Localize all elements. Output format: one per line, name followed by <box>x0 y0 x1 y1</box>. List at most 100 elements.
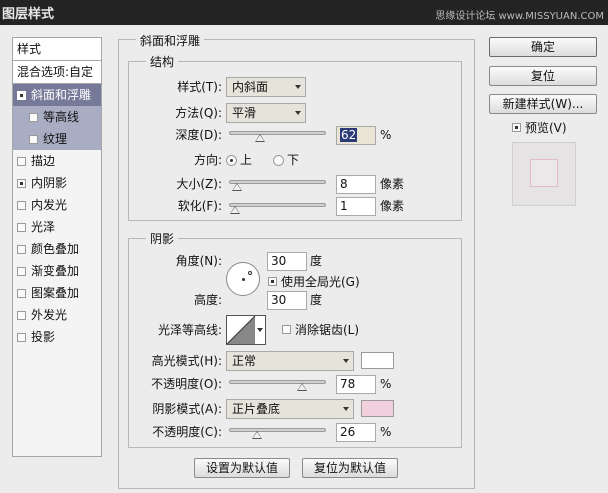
shadow-color-swatch[interactable] <box>361 400 394 417</box>
slider-track <box>229 131 326 135</box>
blending-options[interactable]: 混合选项:自定 <box>13 61 101 83</box>
direction-up-radio[interactable] <box>226 155 237 166</box>
style-item[interactable]: 图案叠加 <box>13 282 101 304</box>
style-item[interactable]: 纹理 <box>13 128 101 150</box>
angle-center <box>242 278 245 281</box>
depth-label: 深度(D): <box>175 128 222 142</box>
depth-input[interactable]: 62 <box>336 126 376 145</box>
bevel-emboss-title: 斜面和浮雕 <box>136 32 205 49</box>
ok-button[interactable]: 确定 <box>489 37 597 57</box>
style-item-checkbox[interactable] <box>29 113 38 122</box>
gloss-contour-label: 光泽等高线: <box>157 323 222 337</box>
preview-checkbox[interactable] <box>512 123 521 132</box>
size-slider[interactable] <box>229 177 326 191</box>
style-item-label: 描边 <box>31 154 56 168</box>
style-item-checkbox[interactable] <box>17 333 26 342</box>
angle-handle[interactable] <box>248 271 252 275</box>
style-item-label: 外发光 <box>31 308 68 322</box>
style-item-checkbox[interactable] <box>17 311 26 320</box>
style-item-checkbox[interactable] <box>17 157 26 166</box>
angle-unit: 度 <box>310 254 323 268</box>
chevron-down-icon <box>257 328 263 332</box>
style-item[interactable]: 颜色叠加 <box>13 238 101 260</box>
style-item[interactable]: 内发光 <box>13 194 101 216</box>
soften-slider[interactable] <box>229 200 326 214</box>
slider-thumb[interactable] <box>296 383 307 391</box>
anti-alias-label: 消除锯齿(L) <box>295 323 360 337</box>
style-item-checkbox[interactable] <box>29 135 38 144</box>
style-item-label: 内发光 <box>31 198 68 212</box>
new-style-button[interactable]: 新建样式(W)... <box>489 94 597 114</box>
preview-swatch <box>530 159 558 187</box>
slider-thumb[interactable] <box>231 183 242 191</box>
style-item-checkbox[interactable] <box>17 179 26 188</box>
chevron-down-icon <box>295 111 301 115</box>
style-item-checkbox[interactable] <box>17 267 26 276</box>
style-preview-thumbnail <box>512 142 576 206</box>
shadow-opacity-slider[interactable] <box>229 425 326 439</box>
reset-button[interactable]: 复位 <box>489 66 597 86</box>
global-light-label: 使用全局光(G) <box>281 275 360 289</box>
soften-unit: 像素 <box>380 199 405 213</box>
style-item[interactable]: 投影 <box>13 326 101 348</box>
size-unit: 像素 <box>380 177 405 191</box>
direction-down-radio[interactable] <box>273 155 284 166</box>
highlight-opacity-unit: % <box>380 377 392 391</box>
style-item[interactable]: 斜面和浮雕 <box>13 84 101 106</box>
angle-label: 角度(N): <box>175 254 222 268</box>
slider-thumb[interactable] <box>229 206 240 214</box>
altitude-unit: 度 <box>310 293 323 307</box>
style-item-checkbox[interactable] <box>17 91 26 100</box>
soften-input[interactable]: 1 <box>336 197 376 216</box>
highlight-color-swatch[interactable] <box>361 352 394 369</box>
style-item[interactable]: 等高线 <box>13 106 101 128</box>
global-light-checkbox[interactable] <box>268 277 277 286</box>
style-item-label: 图案叠加 <box>31 286 80 300</box>
styles-header[interactable]: 样式 <box>13 38 101 60</box>
depth-slider[interactable] <box>229 128 326 142</box>
chevron-down-icon <box>343 407 349 411</box>
altitude-input[interactable]: 30 <box>267 291 307 310</box>
technique-value: 平滑 <box>232 106 257 120</box>
style-item[interactable]: 渐变叠加 <box>13 260 101 282</box>
style-item[interactable]: 外发光 <box>13 304 101 326</box>
highlight-mode-value: 正常 <box>232 354 257 368</box>
style-item-label: 光泽 <box>31 220 56 234</box>
style-item-checkbox[interactable] <box>17 223 26 232</box>
technique-label: 方法(Q): <box>175 106 222 120</box>
anti-alias-checkbox[interactable] <box>282 325 291 334</box>
style-item-label: 斜面和浮雕 <box>31 88 92 102</box>
style-item-label: 颜色叠加 <box>31 242 80 256</box>
style-item-checkbox[interactable] <box>17 201 26 210</box>
style-item-label: 内阴影 <box>31 176 68 190</box>
angle-input[interactable]: 30 <box>267 252 307 271</box>
style-item[interactable]: 光泽 <box>13 216 101 238</box>
soften-label: 软化(F): <box>177 199 222 213</box>
depth-unit: % <box>380 128 392 142</box>
style-dropdown[interactable]: 内斜面 <box>226 77 306 97</box>
window-title: 图层样式 <box>2 7 55 22</box>
gloss-contour-picker[interactable] <box>226 315 266 345</box>
style-item[interactable]: 描边 <box>13 150 101 172</box>
reset-default-button[interactable]: 复位为默认值 <box>302 458 398 478</box>
style-item-checkbox[interactable] <box>17 245 26 254</box>
technique-dropdown[interactable]: 平滑 <box>226 103 306 123</box>
shadow-opacity-unit: % <box>380 425 392 439</box>
highlight-opacity-slider[interactable] <box>229 377 326 391</box>
shadow-opacity-label: 不透明度(C): <box>152 425 222 439</box>
make-default-button[interactable]: 设置为默认值 <box>194 458 290 478</box>
depth-value: 62 <box>340 128 358 142</box>
slider-thumb[interactable] <box>255 134 266 142</box>
highlight-opacity-label: 不透明度(O): <box>151 377 222 391</box>
angle-dial[interactable] <box>226 262 260 296</box>
shadow-mode-dropdown[interactable]: 正片叠底 <box>226 399 354 419</box>
size-input[interactable]: 8 <box>336 175 376 194</box>
style-item[interactable]: 内阴影 <box>13 172 101 194</box>
highlight-opacity-input[interactable]: 78 <box>336 375 376 394</box>
highlight-mode-dropdown[interactable]: 正常 <box>226 351 354 371</box>
slider-thumb[interactable] <box>251 431 262 439</box>
style-item-checkbox[interactable] <box>17 289 26 298</box>
shadow-opacity-input[interactable]: 26 <box>336 423 376 442</box>
preview-label: 预览(V) <box>525 121 567 135</box>
direction-down-label: 下 <box>287 153 300 167</box>
